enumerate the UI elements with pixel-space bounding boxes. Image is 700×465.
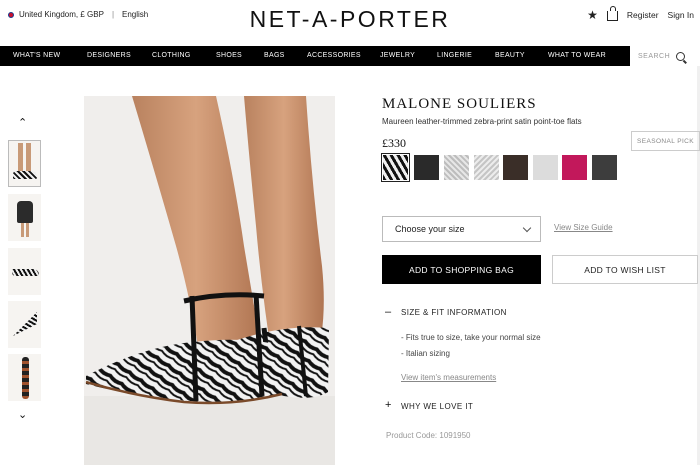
thumb-shoe <box>13 171 37 179</box>
color-swatch-6[interactable] <box>533 155 558 180</box>
thumb-toe <box>13 312 37 336</box>
nav-clothing[interactable]: CLOTHING <box>152 52 191 59</box>
thumbnail-4[interactable] <box>8 301 41 348</box>
thumb-flat <box>12 269 39 276</box>
collapse-minus-icon[interactable]: – <box>385 306 391 318</box>
size-select[interactable]: Choose your size <box>382 216 541 242</box>
thumb-legs <box>18 143 23 173</box>
size-guide-link[interactable]: View Size Guide <box>554 223 613 232</box>
wishlist-star-icon[interactable]: ★ <box>587 9 598 21</box>
expand-plus-icon[interactable]: + <box>385 399 391 411</box>
top-bar: United Kingdom, £ GBP | English NET-A-PO… <box>0 0 700 46</box>
size-fit-bullet-1: - Fits true to size, take your normal si… <box>401 333 541 342</box>
nav-bags[interactable]: BAGS <box>264 52 285 59</box>
nav-shoes[interactable]: SHOES <box>216 52 242 59</box>
why-we-love-it-title[interactable]: WHY WE LOVE IT <box>401 402 473 411</box>
nav-designers[interactable]: DESIGNERS <box>87 52 131 59</box>
thumbnail-1[interactable] <box>8 140 41 187</box>
color-swatch-8[interactable] <box>592 155 617 180</box>
nav-lingerie[interactable]: LINGERIE <box>437 52 472 59</box>
search-placeholder: SEARCH <box>638 52 671 60</box>
size-select-label: Choose your size <box>395 224 465 234</box>
nav-whats-new[interactable]: WHAT'S NEW <box>13 52 60 59</box>
register-link[interactable]: Register <box>627 10 659 20</box>
color-swatch-5[interactable] <box>503 155 528 180</box>
signin-link[interactable]: Sign In <box>668 10 694 20</box>
nav-accessories[interactable]: ACCESSORIES <box>307 52 361 59</box>
product-name: Maureen leather-trimmed zebra-print sati… <box>382 117 582 126</box>
thumb-dress <box>17 201 33 223</box>
size-fit-title[interactable]: SIZE & FIT INFORMATION <box>401 308 507 317</box>
account-links: ★ Register Sign In <box>587 6 694 21</box>
search-box[interactable]: SEARCH <box>630 46 700 66</box>
chevron-down-icon <box>522 223 532 233</box>
thumbs-down-chevron-icon[interactable]: ⌄ <box>18 408 27 421</box>
thumbs-up-chevron-icon[interactable]: ⌃ <box>18 116 27 129</box>
color-swatch-3[interactable] <box>444 155 469 180</box>
add-to-wishlist-button[interactable]: ADD TO WISH LIST <box>552 255 698 284</box>
thumb-side <box>22 357 29 399</box>
shopping-bag-icon[interactable] <box>606 6 618 21</box>
main-navigation: WHAT'S NEW DESIGNERS CLOTHING SHOES BAGS… <box>0 46 630 66</box>
thumbnail-5[interactable] <box>8 354 41 401</box>
product-main-image[interactable] <box>84 96 335 465</box>
seasonal-pick-badge: SEASONAL PICK <box>631 131 700 151</box>
thumb-legs <box>21 223 24 237</box>
color-swatch-2[interactable] <box>414 155 439 180</box>
color-swatch-1[interactable] <box>381 153 410 182</box>
product-price: £330 <box>382 136 406 150</box>
size-fit-bullet-2: - Italian sizing <box>401 349 450 358</box>
product-code: Product Code: 1091950 <box>386 431 471 440</box>
thumbnail-2[interactable] <box>8 194 41 241</box>
color-swatch-7[interactable] <box>562 155 587 180</box>
thumbnail-3[interactable] <box>8 248 41 295</box>
product-brand[interactable]: MALONE SOULIERS <box>382 96 537 113</box>
add-to-bag-button[interactable]: ADD TO SHOPPING BAG <box>382 255 541 284</box>
product-photo <box>84 96 335 465</box>
search-icon[interactable] <box>676 51 686 61</box>
nav-beauty[interactable]: BEAUTY <box>495 52 525 59</box>
nav-jewelry[interactable]: JEWELRY <box>380 52 415 59</box>
measurements-link[interactable]: View item's measurements <box>401 373 496 382</box>
color-swatch-4[interactable] <box>474 155 499 180</box>
nav-what-to-wear[interactable]: WHAT TO WEAR <box>548 52 606 59</box>
